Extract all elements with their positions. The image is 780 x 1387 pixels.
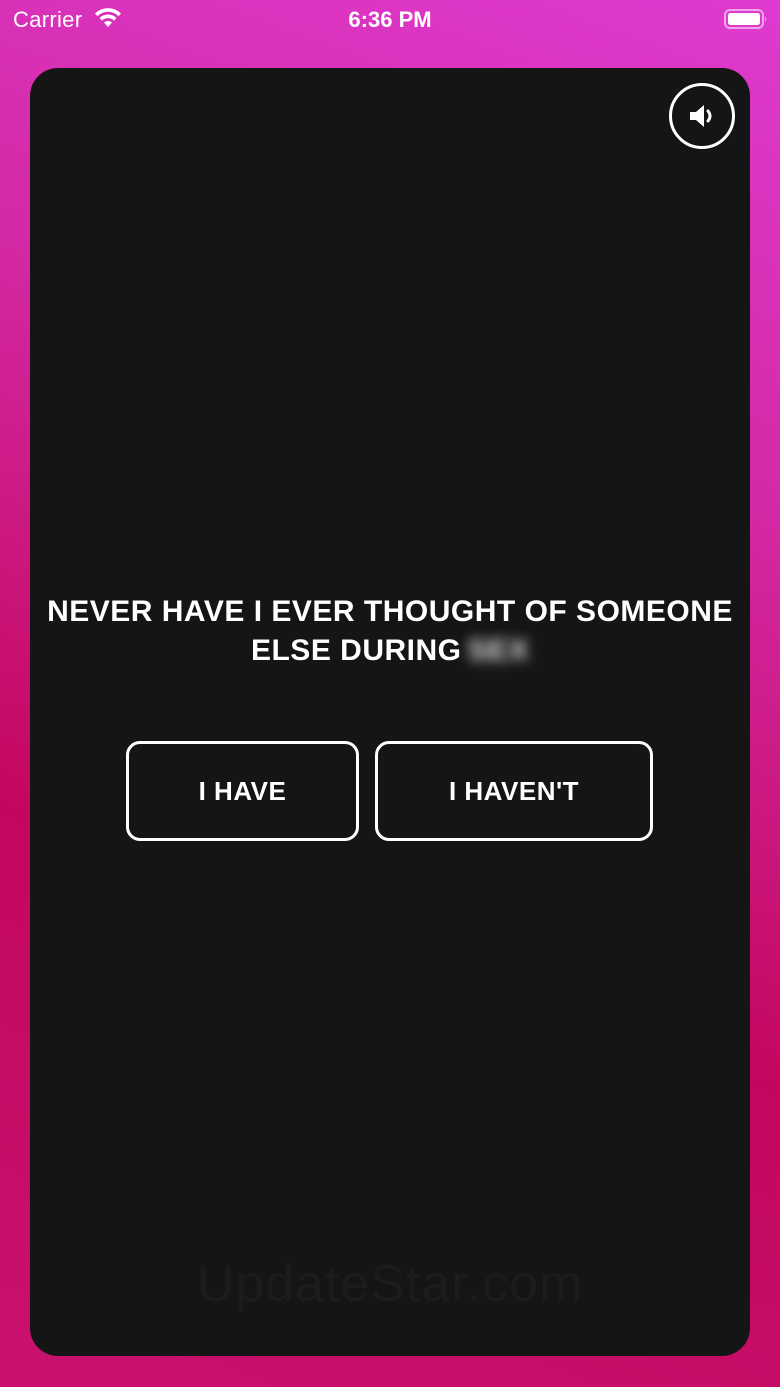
i-havent-button[interactable]: I HAVEN'T xyxy=(375,741,653,841)
watermark: UpdateStar.com xyxy=(196,1255,584,1313)
blurred-word: SEX xyxy=(467,634,530,667)
question-main-text: NEVER HAVE I EVER THOUGHT OF SOMEONE ELS… xyxy=(47,595,733,667)
speaker-volume-icon xyxy=(690,105,712,127)
question-card: NEVER HAVE I EVER THOUGHT OF SOMEONE ELS… xyxy=(30,68,750,1356)
battery-icon xyxy=(724,9,767,29)
sound-toggle-button[interactable] xyxy=(669,83,735,149)
question-text: NEVER HAVE I EVER THOUGHT OF SOMEONE ELS… xyxy=(40,592,740,670)
i-havent-label: I HAVEN'T xyxy=(448,775,580,806)
status-bar: Carrier 6:36 PM xyxy=(0,0,780,40)
i-have-button[interactable]: I HAVE xyxy=(126,741,359,841)
status-time: 6:36 PM xyxy=(348,7,432,32)
i-have-label: I HAVE xyxy=(198,775,287,806)
